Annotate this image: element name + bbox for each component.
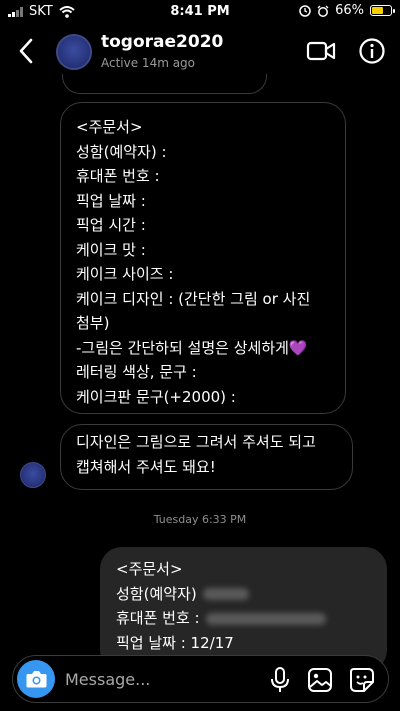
message-line: 성함(예약자) : xyxy=(76,142,167,161)
reply-text: <주문서> 성함(예약자) 휴대폰 번호 : 픽업 날짜 : 12/17 xyxy=(116,557,387,655)
sticker-icon[interactable] xyxy=(348,666,376,694)
alarm-icon xyxy=(317,5,329,17)
message-bubble-design-note[interactable]: 디자인은 그림으로 그려서 주셔도 되고 캡쳐해서 주셔도 돼요! xyxy=(60,424,353,490)
message-line: 픽업 날짜 : xyxy=(76,191,146,210)
message-line: 첨부) xyxy=(76,314,110,332)
message-input[interactable] xyxy=(63,664,267,694)
conversation-header: togorae2020 Active 14m ago xyxy=(0,24,400,80)
camera-button[interactable] xyxy=(17,660,55,698)
contact-status: Active 14m ago xyxy=(101,56,196,70)
chevron-left-icon[interactable] xyxy=(14,36,38,66)
video-camera-icon[interactable] xyxy=(306,38,336,64)
battery-icon xyxy=(370,5,395,16)
contact-name[interactable]: togorae2020 xyxy=(101,32,223,52)
message-line: 픽업 시간 : xyxy=(76,216,146,234)
previous-message-bubble xyxy=(62,74,267,94)
battery-fill xyxy=(372,7,383,14)
message-bubble-order-form[interactable]: <주문서> 성함(예약자) : 휴대폰 번호 : 픽업 날짜 : 픽업 시간 :… xyxy=(60,102,346,414)
design-note-text: 디자인은 그림으로 그려서 주셔도 되고 캡쳐해서 주셔도 돼요! xyxy=(76,430,352,479)
status-right: 66% xyxy=(299,3,395,18)
sender-avatar[interactable] xyxy=(20,462,46,488)
message-line: 픽업 날짜 : 12/17 xyxy=(116,633,234,652)
message-composer xyxy=(12,655,389,703)
message-line: 케이크판 문구(+2000) : xyxy=(76,387,236,406)
message-line: 성함(예약자) xyxy=(116,582,387,607)
camera-icon xyxy=(26,671,47,688)
message-line: 디자인은 그림으로 그려서 주셔도 되고 xyxy=(76,433,316,451)
microphone-icon[interactable] xyxy=(268,666,292,694)
status-bar: SKT 8:41 PM 66% xyxy=(0,0,400,24)
message-line: 휴대폰 번호 : xyxy=(76,167,160,185)
info-icon[interactable] xyxy=(358,37,386,65)
message-line: <주문서> xyxy=(116,560,183,578)
redacted-text xyxy=(205,612,326,625)
redacted-text xyxy=(202,588,249,600)
message-line: 케이크 디자인 : (간단한 그림 or 사진 xyxy=(76,289,311,308)
gallery-icon[interactable] xyxy=(307,667,333,693)
message-line: 휴대폰 번호 : xyxy=(116,606,387,631)
order-form-text: <주문서> 성함(예약자) : 휴대폰 번호 : 픽업 날짜 : 픽업 시간 :… xyxy=(76,115,345,409)
battery-percent: 66% xyxy=(335,3,364,18)
message-line: 캡쳐해서 주셔도 돼요! xyxy=(76,457,216,476)
message-line: <주문서> xyxy=(76,118,143,136)
message-bubble-reply[interactable]: <주문서> 성함(예약자) 휴대폰 번호 : 픽업 날짜 : 12/17 xyxy=(100,547,387,672)
message-line: 케이크 사이즈 : xyxy=(76,265,174,283)
message-line: -그림은 간단하되 설명은 상세하게💜 xyxy=(76,338,308,357)
message-line: 케이크 맛 : xyxy=(76,240,146,259)
screen-lock-icon xyxy=(299,4,311,17)
contact-avatar[interactable] xyxy=(56,34,92,70)
message-timestamp: Tuesday 6:33 PM xyxy=(153,513,247,526)
message-line: 레터링 색상, 문구 : xyxy=(76,363,197,381)
